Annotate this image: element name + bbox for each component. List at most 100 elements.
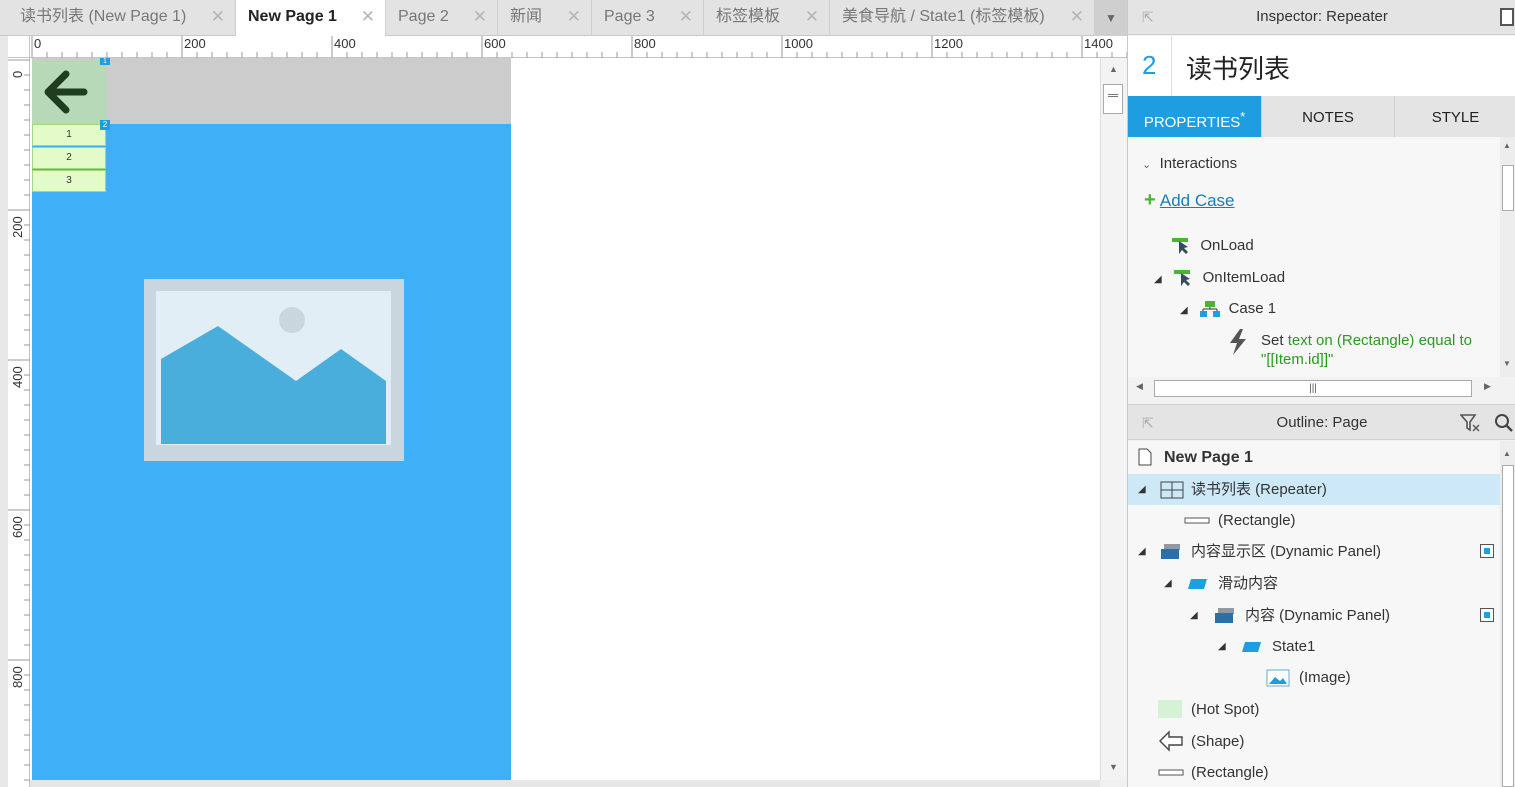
left-gutter	[0, 36, 8, 787]
ruler-label: 800	[10, 666, 25, 688]
scroll-up-icon[interactable]: ▲	[1503, 141, 1511, 150]
outline-page-row[interactable]: New Page 1	[1128, 442, 1500, 473]
tab-page-2[interactable]: Page 2 ✕	[386, 0, 498, 36]
action-value: "[[Item.id]]"	[1261, 351, 1334, 368]
search-icon[interactable]	[1494, 413, 1514, 433]
tab-reading-list[interactable]: 读书列表 (New Page 1) ✕	[8, 0, 236, 36]
tab-label: 新闻	[510, 8, 543, 25]
properties-vertical-scrollbar[interactable]: ▲ ▼	[1500, 137, 1515, 377]
reading-list-repeater[interactable]: 1 2 3	[32, 124, 106, 192]
scroll-down-icon[interactable]: ▼	[1503, 359, 1511, 368]
action-prefix: Set	[1261, 332, 1288, 349]
expand-triangle-icon: ◢	[1154, 274, 1162, 285]
tab-new-page-1[interactable]: New Page 1 ✕	[236, 0, 386, 37]
scrollbar-thumb[interactable]	[1502, 165, 1514, 211]
tab-properties[interactable]: PROPERTIES*	[1128, 96, 1262, 137]
canvas-horizontal-scrollbar[interactable]	[30, 780, 1100, 787]
repeater-item[interactable]: 3	[32, 170, 106, 192]
expand-triangle-icon: ◢	[1138, 484, 1146, 495]
ruler-label: 0	[10, 70, 25, 78]
outline-row[interactable]: ◢ 读书列表 (Repeater)	[1128, 474, 1500, 505]
outline-row[interactable]: ◢ 内容显示区 (Dynamic Panel)	[1128, 536, 1500, 567]
close-icon[interactable]: ✕	[1070, 0, 1084, 34]
tab-style[interactable]: STYLE	[1395, 96, 1515, 137]
ruler-label: 1000	[784, 36, 813, 51]
event-label: OnLoad	[1200, 237, 1254, 254]
tab-notes[interactable]: NOTES	[1262, 96, 1395, 137]
panel-checkbox[interactable]	[1480, 544, 1494, 558]
close-icon[interactable]: ✕	[361, 0, 375, 34]
scroll-up-icon[interactable]: ▲	[1503, 449, 1511, 458]
scrollbar-thumb[interactable]	[1103, 84, 1123, 114]
outline-row[interactable]: (Hot Spot)	[1128, 694, 1500, 725]
tab-page-3[interactable]: Page 3 ✕	[592, 0, 704, 36]
dynamic-panel-icon	[1161, 544, 1180, 559]
tab-tag-template[interactable]: 标签模板 ✕	[704, 0, 830, 36]
outline-row[interactable]: ◢ 内容 (Dynamic Panel)	[1128, 600, 1500, 631]
ruler-corner	[8, 36, 30, 58]
repeater-icon	[1160, 481, 1184, 499]
collapse-arrow-icon[interactable]: ⇱	[1142, 0, 1154, 34]
right-panel: ⇱ Inspector: Repeater 2 读书列表 PROPERTIES*…	[1127, 0, 1515, 787]
scrollbar-thumb[interactable]: |||	[1154, 380, 1472, 397]
outline-vertical-scrollbar[interactable]: ▲	[1500, 441, 1515, 787]
close-icon[interactable]: ✕	[805, 0, 819, 34]
modified-marker: *	[1240, 110, 1246, 124]
event-onitemload[interactable]: ◢ OnItemLoad	[1154, 269, 1285, 287]
outline-label: 内容显示区 (Dynamic Panel)	[1191, 543, 1382, 560]
back-hotspot[interactable]	[32, 60, 106, 124]
action-text: Set text on (Rectangle) equal to "[[Item…	[1261, 331, 1500, 369]
close-icon[interactable]: ✕	[211, 0, 225, 34]
properties-pane: ⌄ Interactions + Add Case OnLoad ◢ OnIte…	[1128, 137, 1500, 377]
repeater-item[interactable]: 2	[32, 147, 106, 169]
page-icon[interactable]	[1500, 8, 1514, 26]
scroll-right-icon[interactable]: ▶	[1484, 381, 1491, 392]
close-icon[interactable]: ✕	[473, 0, 487, 34]
outline-label: 滑动内容	[1218, 575, 1279, 592]
tab-food-nav[interactable]: 美食导航 / State1 (标签模板) ✕	[830, 0, 1095, 36]
canvas-vertical-scrollbar[interactable]: ▲ ▼	[1100, 58, 1127, 780]
plus-icon: +	[1144, 189, 1156, 211]
event-onload[interactable]: OnLoad	[1172, 237, 1254, 255]
filter-icon[interactable]	[1460, 413, 1480, 433]
widget-name[interactable]: 读书列表	[1186, 49, 1290, 86]
scroll-left-icon[interactable]: ◀	[1136, 381, 1143, 392]
outline-label: (Hot Spot)	[1191, 701, 1260, 718]
widget-title-row: 2 读书列表	[1128, 36, 1515, 96]
rectangle-icon	[1184, 517, 1210, 524]
close-icon[interactable]: ✕	[679, 0, 693, 34]
outline-tree: New Page 1 ◢ 读书列表 (Repeater) (Rectangle)…	[1128, 441, 1500, 787]
panel-checkbox[interactable]	[1480, 608, 1494, 622]
tab-label: New Page 1	[248, 8, 337, 25]
outline-row[interactable]: (Shape)	[1128, 726, 1500, 757]
interactions-section[interactable]: ⌄ Interactions	[1142, 155, 1237, 172]
ruler-label: 600	[484, 36, 506, 51]
scroll-down-icon[interactable]: ▼	[1109, 762, 1118, 772]
scroll-up-icon[interactable]: ▲	[1109, 64, 1118, 74]
outline-row[interactable]: (Rectangle)	[1128, 505, 1500, 536]
case-label: Case 1	[1228, 300, 1277, 317]
image-placeholder[interactable]	[144, 279, 404, 461]
outline-row[interactable]: ◢ State1	[1128, 631, 1500, 662]
expand-triangle-icon: ◢	[1138, 546, 1146, 557]
properties-horizontal-scrollbar[interactable]: ◀ ||| ▶	[1128, 377, 1500, 401]
ruler-label: 1200	[934, 36, 963, 51]
tab-overflow-chevron-icon[interactable]: ▼	[1095, 0, 1127, 36]
repeater-item[interactable]: 1	[32, 124, 106, 146]
tab-label: PROPERTIES	[1143, 114, 1241, 131]
ruler-label: 800	[634, 36, 656, 51]
case-row[interactable]: ◢ Case 1	[1180, 300, 1276, 318]
tab-news[interactable]: 新闻 ✕	[498, 0, 592, 36]
outline-row[interactable]: (Image)	[1128, 662, 1500, 693]
ruler-label: 200	[184, 36, 206, 51]
collapse-arrow-icon[interactable]: ⇱	[1142, 405, 1154, 441]
inspector-tabs: PROPERTIES* NOTES STYLE	[1128, 96, 1515, 137]
add-case-link[interactable]: + Add Case	[1144, 189, 1235, 212]
scrollbar-thumb[interactable]	[1502, 465, 1514, 787]
ruler-label: 400	[10, 366, 25, 388]
close-icon[interactable]: ✕	[567, 0, 581, 34]
outline-row[interactable]: (Rectangle)	[1128, 757, 1500, 787]
design-canvas[interactable]: 1 1 2 3 2	[30, 58, 1100, 780]
tab-label: Page 3	[604, 8, 655, 25]
outline-row[interactable]: ◢ 滑动内容	[1128, 568, 1500, 599]
